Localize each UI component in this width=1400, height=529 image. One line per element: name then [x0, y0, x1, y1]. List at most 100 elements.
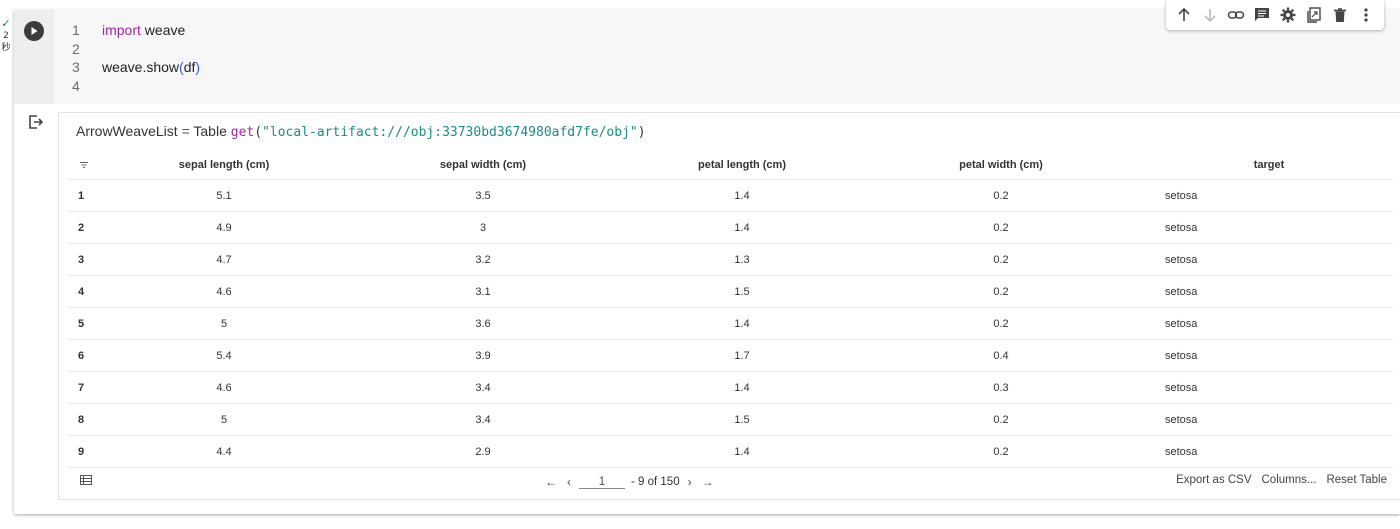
row-index: 4	[67, 275, 109, 308]
output-panel: ArrowWeaveList = Table get("local-artifa…	[58, 112, 1400, 500]
target-cell: setosa	[1145, 435, 1393, 468]
settings-icon[interactable]	[1276, 3, 1300, 27]
table-footer: ← ‹ - 9 of 150 › → Export as CSV Columns…	[67, 467, 1393, 495]
table-cell: 1.3	[627, 243, 857, 276]
link-icon[interactable]	[1224, 3, 1248, 27]
table-cell: 5.4	[109, 339, 339, 372]
output-expression: ArrowWeaveList = Table get("local-artifa…	[76, 123, 646, 140]
table-word: Table	[193, 123, 227, 139]
column-header[interactable]: sepal width (cm)	[339, 151, 627, 180]
table-cell: 4.6	[109, 371, 339, 404]
table-cell: 0.2	[857, 307, 1145, 340]
cell-gutter	[14, 10, 54, 104]
arrow-up-icon[interactable]	[1172, 3, 1196, 27]
row-index: 3	[67, 243, 109, 276]
execution-time-value: 2	[3, 31, 9, 41]
column-header[interactable]: petal length (cm)	[627, 151, 857, 180]
table-row[interactable]: 8 5 3.4 1.5 0.2 setosa	[67, 403, 1393, 436]
column-header[interactable]: target	[1145, 151, 1393, 180]
code-call: weave.show	[102, 59, 180, 75]
code-text: weave	[144, 22, 186, 38]
row-index: 5	[67, 307, 109, 340]
data-table: sepal length (cm) sepal width (cm) petal…	[67, 151, 1393, 468]
table-row[interactable]: 5 5 3.6 1.4 0.2 setosa	[67, 307, 1393, 340]
table-cell: 0.2	[857, 435, 1145, 468]
columns-button[interactable]: Columns...	[1262, 474, 1317, 486]
table-cell: 1.5	[627, 403, 857, 436]
code-line: 1 import weave	[72, 21, 200, 40]
table-cell: 0.2	[857, 275, 1145, 308]
first-page-button[interactable]: ←	[543, 475, 559, 489]
table-row[interactable]: 9 4.4 2.9 1.4 0.2 setosa	[67, 435, 1393, 468]
target-cell: setosa	[1145, 179, 1393, 212]
table-cell: 4.4	[109, 435, 339, 468]
table-cell: 3.9	[339, 339, 627, 372]
prev-page-button[interactable]: ‹	[565, 475, 573, 489]
table-cell: 1.7	[627, 339, 857, 372]
column-header[interactable]: sepal length (cm)	[109, 151, 339, 180]
filter-icon[interactable]	[79, 161, 89, 169]
table-cell: 1.4	[627, 435, 857, 468]
equals-sign: =	[181, 123, 190, 139]
target-cell: setosa	[1145, 339, 1393, 372]
code-arg: df	[183, 59, 196, 75]
table-cell: 3.4	[339, 403, 627, 436]
table-row[interactable]: 3 4.7 3.2 1.3 0.2 setosa	[67, 243, 1393, 276]
more-vert-icon[interactable]	[1354, 3, 1378, 27]
table-cell: 4.7	[109, 243, 339, 276]
row-index: 2	[67, 211, 109, 244]
last-page-button[interactable]: →	[700, 475, 716, 489]
execution-time-unit: 秒	[1, 43, 11, 53]
line-number: 2	[72, 40, 80, 57]
table-view-icon[interactable]	[80, 475, 92, 485]
code-keyword: import	[102, 22, 141, 38]
arrow-down-icon[interactable]	[1198, 3, 1222, 27]
table-cell: 1.5	[627, 275, 857, 308]
run-cell-button[interactable]	[24, 21, 44, 41]
table-cell: 1.4	[627, 179, 857, 212]
table-cell: 5.1	[109, 179, 339, 212]
table-cell: 1.4	[627, 371, 857, 404]
code-line: 3 weave.show(df)	[72, 59, 201, 75]
pagination: ← ‹ - 9 of 150 › →	[543, 474, 716, 489]
target-cell: setosa	[1145, 243, 1393, 276]
mirror-cell-icon[interactable]	[1302, 3, 1326, 27]
table-actions: Export as CSV Columns... Reset Table	[1176, 474, 1387, 486]
row-index: 1	[67, 179, 109, 212]
row-index: 6	[67, 339, 109, 372]
table-cell: 3.2	[339, 243, 627, 276]
table-row[interactable]: 7 4.6 3.4 1.4 0.3 setosa	[67, 371, 1393, 404]
next-page-button[interactable]: ›	[686, 475, 694, 489]
line-number: 1	[72, 22, 80, 38]
reset-table-button[interactable]: Reset Table	[1326, 474, 1387, 486]
target-cell: setosa	[1145, 371, 1393, 404]
table-row[interactable]: 1 5.1 3.5 1.4 0.2 setosa	[67, 179, 1393, 212]
table-row[interactable]: 2 4.9 3 1.4 0.2 setosa	[67, 211, 1393, 244]
row-index: 9	[67, 435, 109, 468]
output-redirect-icon[interactable]	[28, 114, 44, 130]
row-index: 7	[67, 371, 109, 404]
table-cell: 0.4	[857, 339, 1145, 372]
comment-icon[interactable]	[1250, 3, 1274, 27]
line-number: 3	[72, 59, 80, 75]
page-number-input[interactable]	[579, 474, 625, 489]
table-header-row: sepal length (cm) sepal width (cm) petal…	[67, 151, 1393, 180]
table-cell: 0.2	[857, 243, 1145, 276]
table-cell: 3.1	[339, 275, 627, 308]
table-cell: 5	[109, 307, 339, 340]
table-cell: 0.2	[857, 179, 1145, 212]
check-icon: ✓	[1, 17, 11, 30]
table-cell: 2.9	[339, 435, 627, 468]
table-row[interactable]: 4 4.6 3.1 1.5 0.2 setosa	[67, 275, 1393, 308]
filter-header[interactable]	[67, 151, 109, 180]
line-number: 4	[72, 77, 80, 94]
delete-icon[interactable]	[1328, 3, 1352, 27]
column-header[interactable]: petal width (cm)	[857, 151, 1145, 180]
type-name: ArrowWeaveList	[76, 123, 178, 139]
export-csv-button[interactable]: Export as CSV	[1176, 474, 1251, 486]
table-row[interactable]: 6 5.4 3.9 1.7 0.4 setosa	[67, 339, 1393, 372]
target-cell: setosa	[1145, 307, 1393, 340]
table-cell: 3	[339, 211, 627, 244]
code-cell: 1 import weave 2 3 weave.show(df) 4 Arro…	[14, 0, 1400, 514]
code-line: 2	[72, 40, 200, 59]
